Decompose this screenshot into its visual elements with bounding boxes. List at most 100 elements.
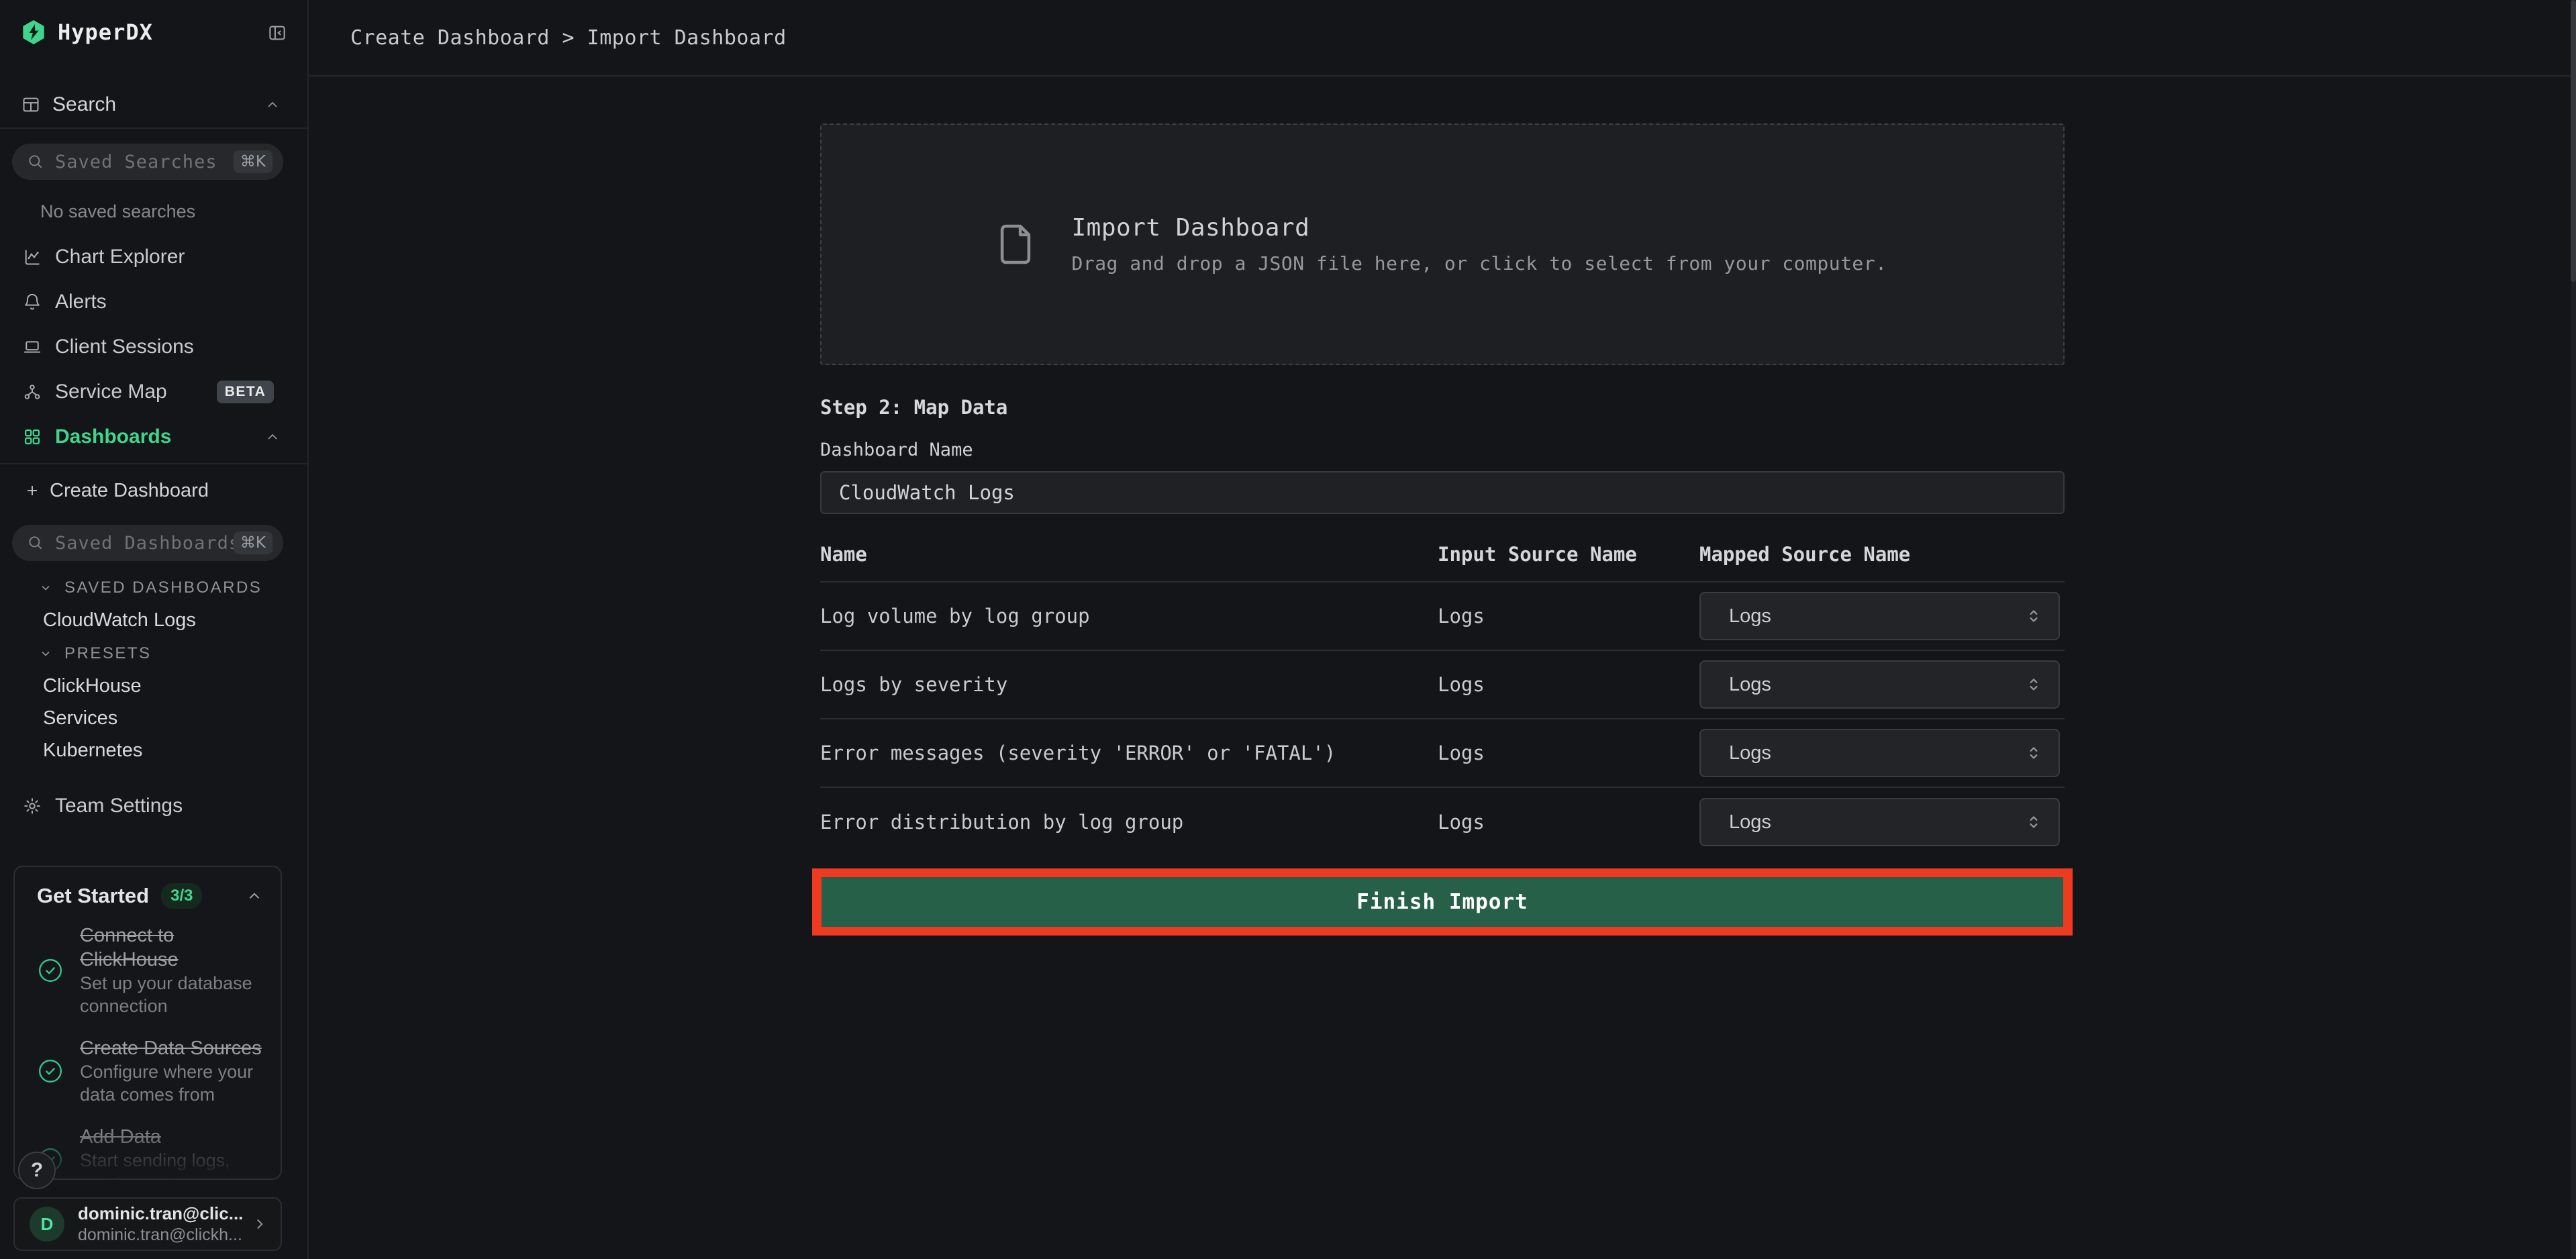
task-create-data-sources[interactable]: Create Data Sources Configure where your… (37, 1036, 264, 1106)
collapse-sidebar-icon[interactable] (267, 23, 287, 43)
profile-email: dominic.tran@clickh... (78, 1225, 250, 1245)
beta-badge: BETA (217, 381, 275, 403)
service-map-label: Service Map (55, 381, 167, 403)
chevron-down-icon (39, 647, 52, 660)
sidebar-item-client-sessions[interactable]: Client Sessions (0, 325, 309, 369)
sidebar-item-search[interactable]: Search (0, 86, 309, 123)
presets-group[interactable]: PRESETS (39, 644, 152, 663)
gear-icon (23, 797, 42, 815)
sidebar-item-alerts[interactable]: Alerts (0, 280, 309, 324)
task-desc: Set up your database connection (80, 972, 262, 1017)
sidebar-item-chart-explorer[interactable]: Chart Explorer (0, 235, 309, 279)
selected-value: Logs (1729, 811, 1771, 834)
row-input-source: Logs (1438, 673, 1699, 696)
team-settings-label: Team Settings (55, 795, 183, 817)
create-dashboard-button[interactable]: Create Dashboard (0, 468, 309, 513)
mapped-source-select[interactable]: Logs (1699, 660, 2060, 709)
saved-dashboards-input[interactable]: Saved Dashboards ⌘K (12, 525, 283, 561)
client-sessions-label: Client Sessions (55, 336, 194, 358)
mapped-source-select[interactable]: Logs (1699, 592, 2060, 640)
table-header: Name Input Source Name Mapped Source Nam… (820, 542, 2065, 583)
import-dropzone[interactable]: Import Dashboard Drag and drop a JSON fi… (820, 123, 2065, 365)
get-started-card: Get Started 3/3 Connect to ClickHouse Se… (13, 866, 282, 1180)
select-chevrons-icon (2024, 606, 2044, 626)
chevron-up-icon[interactable] (264, 97, 281, 113)
check-circle-icon (37, 957, 64, 984)
row-name: Logs by severity (820, 673, 1438, 696)
help-button[interactable]: ? (18, 1152, 56, 1189)
sidebar-item-dashboards[interactable]: Dashboards (0, 415, 309, 459)
shortcut-badge: ⌘K (234, 150, 273, 173)
presets-group-label: PRESETS (64, 644, 152, 663)
mapped-source-select[interactable]: Logs (1699, 798, 2060, 846)
breadcrumb[interactable]: Create Dashboard > Import Dashboard (350, 26, 787, 50)
saved-searches-placeholder: Saved Searches (55, 152, 217, 172)
search-section-label: Search (52, 93, 116, 116)
table-row: Error distribution by log group Logs Log… (820, 788, 2065, 856)
task-add-data[interactable]: Add Data Start sending logs, metrics, or… (37, 1125, 264, 1180)
sidebar-item-clickhouse[interactable]: ClickHouse (43, 675, 142, 697)
chevron-right-icon (251, 1215, 268, 1233)
chart-explorer-label: Chart Explorer (55, 246, 185, 268)
select-chevrons-icon (2024, 812, 2044, 832)
chevron-up-icon[interactable] (264, 429, 281, 445)
saved-searches-input[interactable]: Saved Searches ⌘K (12, 144, 283, 180)
task-connect-clickhouse[interactable]: Connect to ClickHouse Set up your databa… (37, 923, 264, 1017)
table-row: Logs by severity Logs Logs (820, 651, 2065, 719)
saved-dashboards-group[interactable]: SAVED DASHBOARDS (39, 578, 262, 597)
client-sessions-laptop-icon (23, 338, 42, 356)
shortcut-badge: ⌘K (234, 532, 273, 554)
row-name: Error messages (severity 'ERROR' or 'FAT… (820, 742, 1438, 764)
annotation-highlight: Finish Import (812, 868, 2073, 936)
search-icon (27, 153, 44, 170)
sidebar-item-service-map[interactable]: Service Map BETA (0, 370, 309, 414)
col-input-source: Input Source Name (1438, 542, 1699, 566)
dashboard-name-input[interactable] (820, 471, 2065, 514)
get-started-progress-badge: 3/3 (161, 883, 202, 909)
saved-dashboards-group-label: SAVED DASHBOARDS (64, 578, 262, 597)
finish-import-button[interactable]: Finish Import (822, 877, 2063, 927)
mapping-table: Name Input Source Name Mapped Source Nam… (820, 542, 2065, 856)
profile-name: dominic.tran@clic... (78, 1203, 250, 1224)
alerts-label: Alerts (55, 291, 107, 313)
sidebar-item-cloudwatch-logs[interactable]: CloudWatch Logs (43, 609, 196, 632)
sidebar-item-services[interactable]: Services (43, 707, 117, 729)
mapped-source-select[interactable]: Logs (1699, 729, 2060, 777)
step-title: Step 2: Map Data (820, 395, 2065, 420)
scrollbar[interactable] (2571, 0, 2576, 1259)
divider (0, 463, 307, 464)
sidebar-item-kubernetes[interactable]: Kubernetes (43, 740, 142, 762)
dropzone-title: Import Dashboard (1071, 214, 1887, 242)
dashboard-name-label: Dashboard Name (820, 439, 2065, 462)
user-profile-card[interactable]: D dominic.tran@clic... dominic.tran@clic… (13, 1197, 282, 1251)
scrollbar-thumb[interactable] (2571, 0, 2576, 282)
main-area: Import Dashboard Drag and drop a JSON fi… (309, 77, 2576, 1259)
avatar: D (30, 1207, 64, 1242)
table-row: Error messages (severity 'ERROR' or 'FAT… (820, 719, 2065, 788)
search-section-icon (21, 95, 40, 114)
selected-value: Logs (1729, 674, 1771, 696)
row-name: Error distribution by log group (820, 811, 1438, 834)
no-saved-searches-text: No saved searches (40, 201, 195, 222)
topbar: Create Dashboard > Import Dashboard (309, 0, 2576, 77)
select-chevrons-icon (2024, 674, 2044, 695)
row-name: Log volume by log group (820, 605, 1438, 627)
sidebar-item-team-settings[interactable]: Team Settings (0, 784, 309, 828)
saved-dashboards-placeholder: Saved Dashboards (55, 533, 240, 554)
selected-value: Logs (1729, 742, 1771, 764)
task-title: Add Data (80, 1126, 161, 1148)
plus-icon (24, 483, 40, 499)
col-mapped-source: Mapped Source Name (1699, 542, 2065, 566)
get-started-header[interactable]: Get Started 3/3 (15, 867, 281, 909)
table-row: Log volume by log group Logs Logs (820, 583, 2065, 651)
chart-explorer-icon (23, 248, 42, 266)
file-icon (997, 220, 1034, 268)
selected-value: Logs (1729, 605, 1771, 627)
row-input-source: Logs (1438, 811, 1699, 834)
task-title: Connect to ClickHouse (80, 925, 179, 970)
dashboards-label: Dashboards (55, 425, 171, 448)
chevron-up-icon[interactable] (246, 887, 263, 905)
get-started-title: Get Started (37, 884, 149, 908)
dropzone-subtitle: Drag and drop a JSON file here, or click… (1071, 252, 1887, 274)
select-chevrons-icon (2024, 743, 2044, 763)
